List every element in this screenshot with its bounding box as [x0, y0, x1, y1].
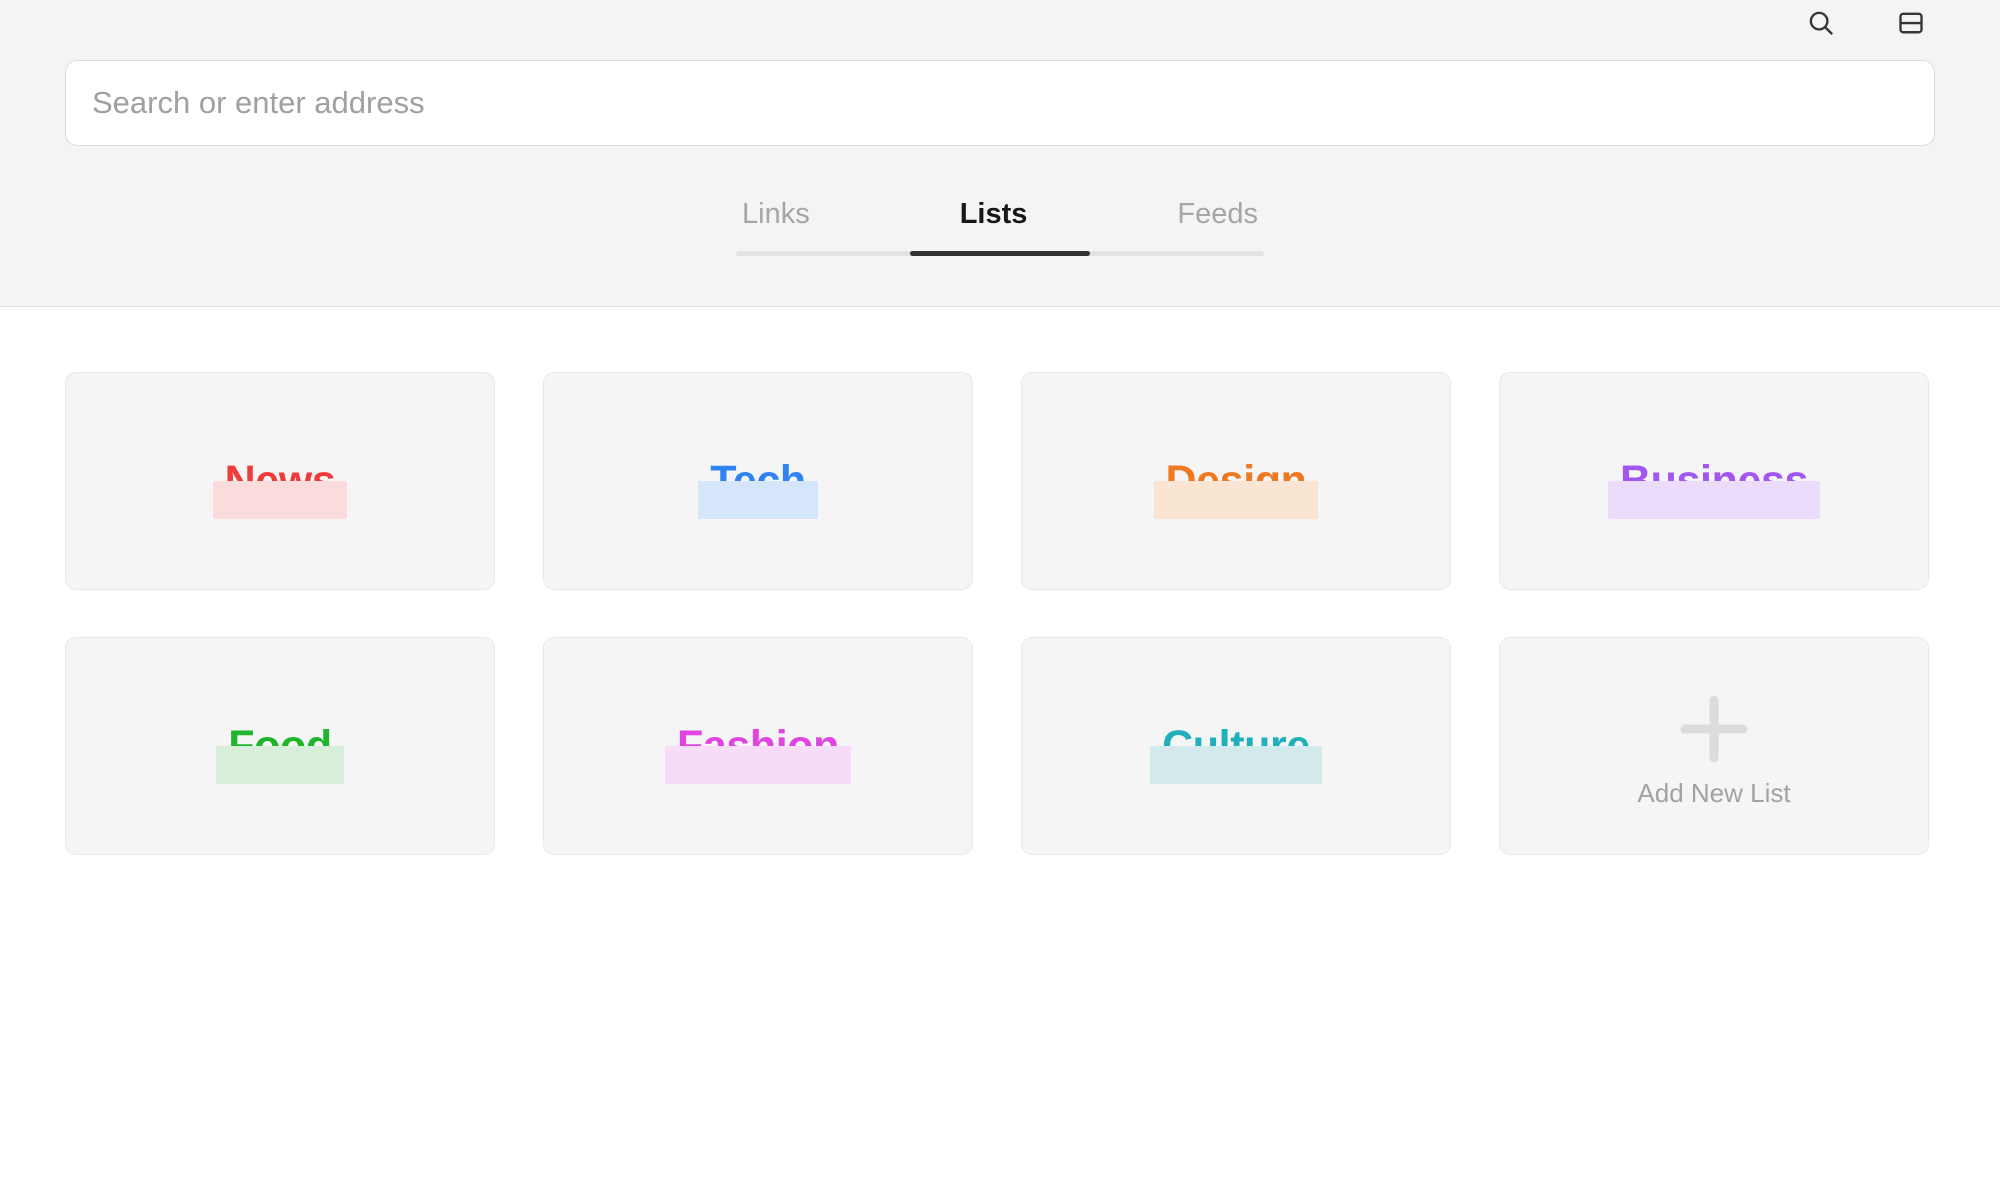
address-bar-container — [65, 60, 1935, 146]
split-view-button[interactable] — [1894, 6, 1928, 40]
lists-grid: News Tech Design Business Food — [65, 372, 1935, 855]
address-bar-input[interactable] — [65, 60, 1935, 146]
list-card-fashion[interactable]: Fashion — [543, 637, 973, 855]
add-new-list-card[interactable]: Add New List — [1499, 637, 1929, 855]
list-label-highlight — [1150, 746, 1322, 784]
tab-bar: Links Lists Feeds — [736, 185, 1264, 256]
tab-underline-active — [910, 251, 1090, 256]
browser-chrome: Links Lists Feeds — [0, 0, 2000, 307]
list-card-food[interactable]: Food — [65, 637, 495, 855]
tab-links[interactable]: Links — [736, 200, 816, 233]
list-card-business[interactable]: Business — [1499, 372, 1929, 590]
list-label-highlight — [665, 746, 851, 784]
split-view-icon — [1896, 8, 1926, 38]
tab-feeds[interactable]: Feeds — [1171, 200, 1264, 233]
list-card-tech[interactable]: Tech — [543, 372, 973, 590]
list-card-label: Fashion — [677, 725, 839, 768]
list-card-label: Business — [1620, 460, 1808, 503]
tab-underline-track — [736, 251, 1264, 256]
lists-content-area: News Tech Design Business Food — [0, 307, 2000, 855]
list-label-highlight — [1608, 481, 1820, 519]
plus-icon — [1671, 686, 1757, 772]
list-card-news[interactable]: News — [65, 372, 495, 590]
list-card-label: Design — [1166, 460, 1307, 503]
list-label-highlight — [698, 481, 818, 519]
add-new-list-label: Add New List — [1637, 780, 1790, 806]
list-card-design[interactable]: Design — [1021, 372, 1451, 590]
list-label-highlight — [1154, 481, 1319, 519]
list-card-culture[interactable]: Culture — [1021, 637, 1451, 855]
list-label-highlight — [216, 746, 343, 784]
chrome-toolbar — [1804, 0, 2000, 46]
list-card-label: Food — [228, 725, 331, 768]
list-label-highlight — [213, 481, 348, 519]
list-card-label: Culture — [1162, 725, 1310, 768]
list-card-label: Tech — [710, 460, 806, 503]
search-icon — [1806, 8, 1836, 38]
search-icon-button[interactable] — [1804, 6, 1838, 40]
tab-row: Links Lists Feeds — [736, 185, 1264, 233]
list-card-label: News — [225, 460, 336, 503]
tab-lists[interactable]: Lists — [954, 200, 1034, 233]
